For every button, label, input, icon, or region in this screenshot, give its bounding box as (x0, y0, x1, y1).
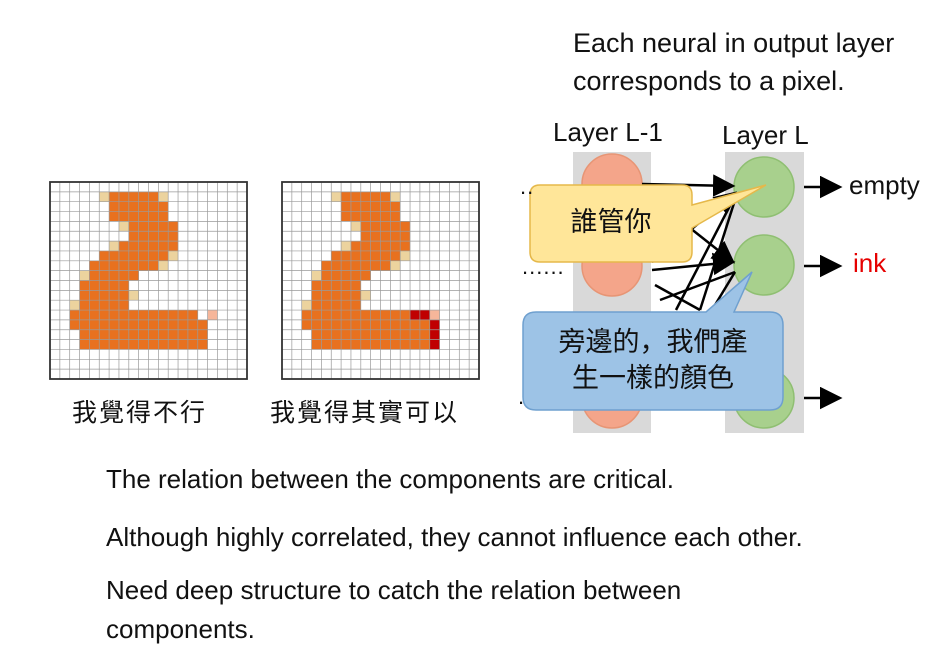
caption-left: 我覺得不行 (72, 398, 208, 427)
ellipsis-middle: ...... (522, 254, 565, 279)
diagram-canvas (49, 152, 843, 433)
callout-bottom-line-1: 旁邊的，我們產 (558, 327, 748, 358)
layer-l-label: Layer L (722, 120, 809, 150)
description-line-1: Each neural in output layer (573, 28, 895, 58)
description-line-2: corresponds to a pixel. (573, 66, 845, 96)
callout-bottom-line-2: 生一樣的顏色 (572, 363, 734, 394)
output-label-ink: ink (853, 248, 887, 278)
body-line-1: The relation between the components are … (106, 464, 674, 494)
callout-top-text: 誰管你 (570, 207, 652, 238)
pixel-grid-right (281, 181, 480, 380)
layer-l-1-label: Layer L-1 (553, 117, 663, 147)
caption-right: 我覺得其實可以 (270, 398, 460, 427)
body-line-2: Although highly correlated, they cannot … (106, 522, 803, 552)
body-line-4: components. (106, 614, 255, 644)
body-line-3: Need deep structure to catch the relatio… (106, 575, 682, 605)
pixel-grid-left (49, 181, 248, 380)
output-label-empty: empty (849, 170, 920, 200)
ellipsis-top: .. (520, 174, 535, 199)
